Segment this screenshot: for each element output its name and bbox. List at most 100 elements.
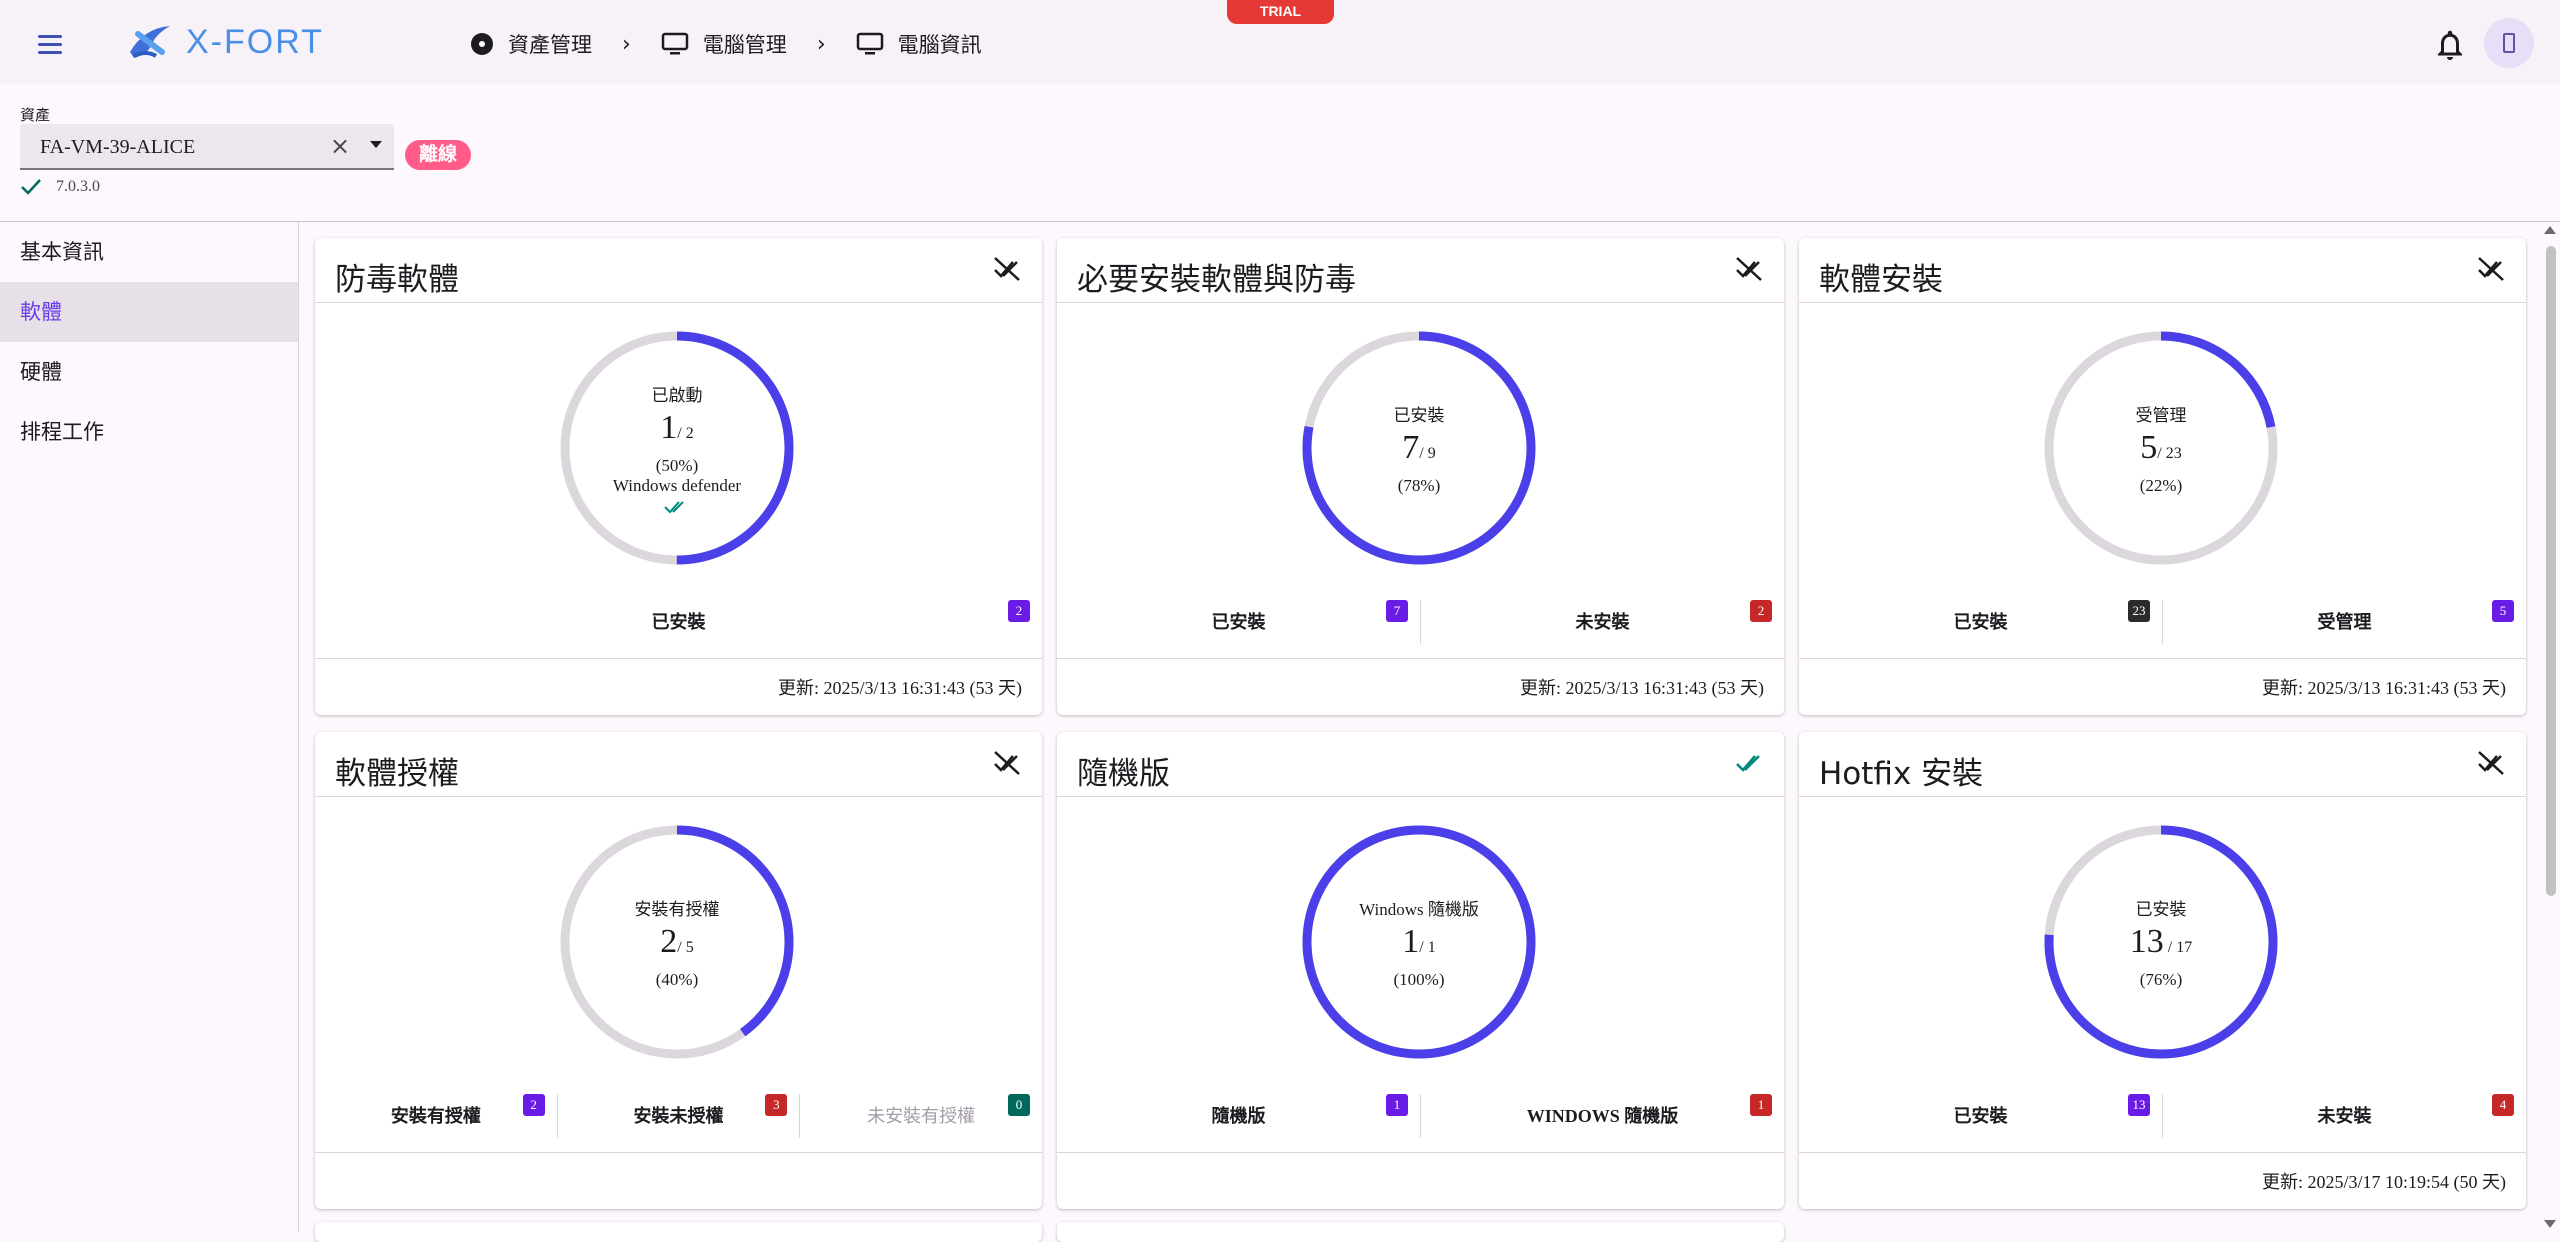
dashboard-card: 軟體授權 安裝有授權 2/ 5 (40%) 安裝有授權 2 安裝未授權 3 未安裝有授權 0 [315, 732, 1042, 1209]
legend-row: 已安裝 13 未安裝 4 [1799, 1094, 2526, 1138]
count-badge: 7 [1386, 600, 1408, 622]
dashboard-card-partial [315, 1222, 1042, 1242]
app-logo[interactable]: X-FORT [126, 20, 324, 64]
sidebar: 基本資訊 軟體 硬體 排程工作 [0, 222, 299, 1233]
donut-value: 2/ 5 [660, 920, 693, 970]
legend-row: 已安裝 7 未安裝 2 [1057, 600, 1784, 644]
count-badge: 23 [2128, 600, 2150, 622]
divider [1799, 302, 2526, 303]
legend-item[interactable]: 已安裝 23 [1799, 600, 2162, 644]
donut-label: Windows 隨機版 [1359, 899, 1479, 919]
asset-value: FA-VM-39-ALICE [40, 136, 196, 158]
legend-item[interactable]: 已安裝 2 [315, 600, 1042, 644]
disconnected-icon[interactable] [992, 254, 1022, 284]
divider [1057, 1152, 1784, 1153]
legend-item[interactable]: 未安裝 2 [1420, 600, 1784, 644]
divider [1799, 796, 2526, 797]
disc-icon [471, 33, 493, 55]
legend-item[interactable]: 受管理 5 [2162, 600, 2526, 644]
legend-row: 隨機版 1 WINDOWS 隨機版 1 [1057, 1094, 1784, 1138]
legend-item[interactable]: 已安裝 7 [1057, 600, 1420, 644]
sidebar-item-hardware[interactable]: 硬體 [0, 342, 298, 402]
sidebar-item-scheduled-tasks[interactable]: 排程工作 [0, 402, 298, 462]
breadcrumb-asset-management[interactable]: 資產管理 [470, 29, 592, 59]
count-badge: 13 [2128, 1094, 2150, 1116]
legend-item[interactable]: 安裝有授權 2 [315, 1094, 557, 1138]
donut-total: / 2 [677, 424, 694, 442]
divider [315, 796, 1042, 797]
donut-center: 安裝有授權 2/ 5 (40%) [553, 818, 801, 1066]
trial-badge: TRIAL [1227, 0, 1334, 24]
asset-label: 資產 [20, 108, 51, 124]
donut-count: 1 [660, 408, 678, 446]
scrollbar-thumb[interactable] [2546, 246, 2556, 896]
legend-item[interactable]: 未安裝 4 [2162, 1094, 2526, 1138]
legend-item[interactable]: 安裝未授權 3 [556, 1094, 800, 1138]
donut-center: 受管理 5/ 23 (22%) [2037, 324, 2285, 572]
scroll-down-arrow-icon[interactable] [2544, 1220, 2556, 1228]
legend-label: 安裝未授權 [633, 1106, 724, 1126]
legend-label: 已安裝 [651, 612, 706, 632]
donut-label: 已安裝 [2135, 899, 2187, 919]
donut-percent: (40%) [655, 969, 699, 989]
dropdown-arrow-icon[interactable] [370, 141, 382, 148]
donut-total: / 23 [2157, 444, 2182, 462]
card-title: 必要安裝軟體與防毒 [1077, 262, 1356, 298]
donut-center: 已安裝 13 / 17 (76%) [2037, 818, 2285, 1066]
donut-count: 2 [660, 922, 678, 960]
donut-percent: (50%) [655, 455, 699, 475]
legend-label: 已安裝 [1211, 612, 1266, 632]
scroll-up-arrow-icon[interactable] [2544, 226, 2556, 234]
breadcrumb-computer-management[interactable]: 電腦管理 [661, 29, 787, 59]
disconnected-icon[interactable] [992, 748, 1022, 778]
legend-item[interactable]: 已安裝 13 [1799, 1094, 2162, 1138]
x-fort-logo-icon [130, 26, 170, 58]
version-info: 7.0.3.0 [20, 178, 100, 196]
donut-value: 7/ 9 [1402, 426, 1435, 476]
asset-select[interactable]: FA-VM-39-ALICE × [20, 124, 394, 170]
chevron-right-icon: › [622, 31, 631, 57]
clear-icon[interactable]: × [330, 132, 350, 160]
count-badge: 2 [522, 1094, 545, 1116]
donut-value: 13 / 17 [2130, 920, 2192, 970]
legend-item[interactable]: 未安裝有授權 0 [799, 1094, 1042, 1138]
updated-timestamp: 更新: 2025/3/17 10:19:54 (50 天) [2262, 1172, 2506, 1192]
donut-value: 1/ 1 [1402, 920, 1435, 970]
card-title: 軟體授權 [335, 756, 459, 792]
updated-timestamp: 更新: 2025/3/13 16:31:43 (53 天) [778, 678, 1022, 698]
donut-value: 1/ 2 [660, 406, 693, 456]
phone-icon [2503, 33, 2515, 53]
user-avatar[interactable] [2484, 18, 2534, 68]
version-text: 7.0.3.0 [56, 178, 100, 195]
count-badge: 0 [1008, 1094, 1031, 1116]
card-title: Hotfix 安裝 [1819, 756, 1984, 792]
legend-row: 已安裝 23 受管理 5 [1799, 600, 2526, 644]
legend-label: 受管理 [2317, 612, 2372, 632]
legend-item[interactable]: WINDOWS 隨機版 1 [1420, 1094, 1784, 1138]
donut-count: 1 [1402, 922, 1420, 960]
legend-label: 安裝有授權 [390, 1106, 481, 1126]
disconnected-icon[interactable] [2476, 254, 2506, 284]
donut-label: 已啟動 [651, 385, 703, 405]
divider [315, 302, 1042, 303]
disconnected-icon[interactable] [1734, 254, 1764, 284]
menu-icon[interactable] [30, 24, 70, 64]
bell-icon[interactable] [2432, 27, 2468, 63]
sidebar-item-software[interactable]: 軟體 [0, 282, 298, 342]
sidebar-item-basic-info[interactable]: 基本資訊 [0, 222, 298, 282]
divider [315, 658, 1042, 659]
status-badge: 離線 [405, 140, 472, 170]
count-badge: 3 [765, 1094, 788, 1116]
disconnected-icon[interactable] [2476, 748, 2506, 778]
check-icon [21, 179, 41, 195]
monitor-icon [661, 32, 689, 55]
donut-center: 已啟動 1/ 2 (50%) Windows defender [553, 324, 801, 572]
donut-count: 7 [1402, 428, 1420, 466]
logo-text: X-FORT [186, 22, 324, 61]
legend-item[interactable]: 隨機版 1 [1057, 1094, 1420, 1138]
breadcrumb-computer-info[interactable]: 電腦資訊 [856, 29, 982, 59]
card-title: 軟體安裝 [1819, 262, 1943, 298]
donut-label: 受管理 [2135, 405, 2187, 425]
double-check-icon[interactable] [1734, 748, 1764, 778]
divider [1057, 796, 1784, 797]
